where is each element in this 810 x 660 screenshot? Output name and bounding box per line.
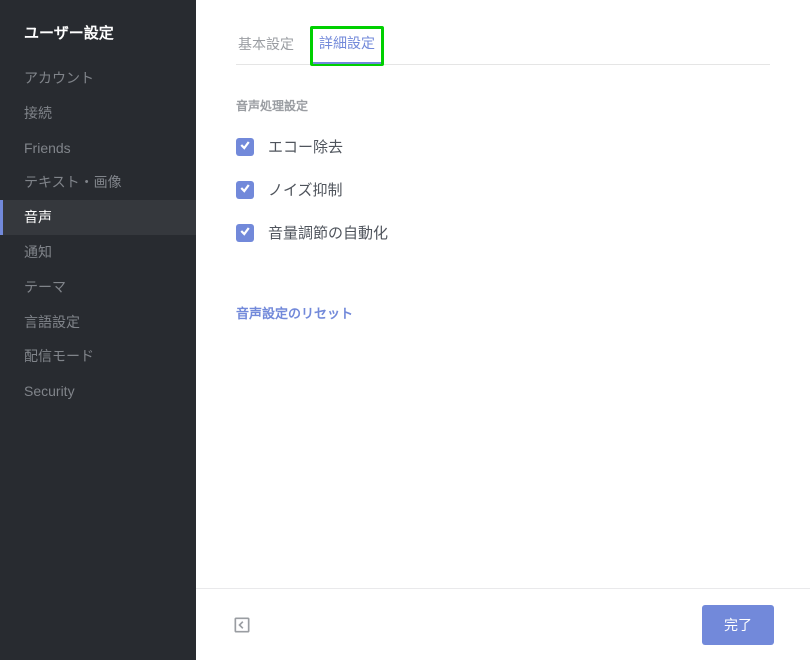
sidebar-item-friends[interactable]: Friends [0, 131, 196, 166]
sidebar-item-voice[interactable]: 音声 [0, 200, 196, 235]
sidebar-item-label: アカウント [24, 70, 94, 86]
sidebar-item-label: Friends [24, 140, 71, 156]
checkbox-row-auto-gain: 音量調節の自動化 [236, 222, 770, 243]
checkbox-noise-suppression[interactable] [236, 181, 254, 199]
sidebar-item-connections[interactable]: 接続 [0, 96, 196, 131]
tab-label: 詳細設定 [319, 35, 375, 51]
sidebar-item-security[interactable]: Security [0, 374, 196, 409]
tabs: 基本設定 詳細設定 [236, 30, 770, 65]
checkbox-label: 音量調節の自動化 [268, 222, 388, 243]
sidebar-item-label: テーマ [24, 279, 66, 295]
main-panel: 基本設定 詳細設定 音声処理設定 エコー除去 ノイズ抑制 音量調節の自動化 [196, 0, 810, 660]
check-icon [239, 224, 251, 242]
checkbox-label: エコー除去 [268, 136, 343, 157]
check-icon [239, 138, 251, 156]
done-button[interactable]: 完了 [702, 605, 774, 645]
sidebar-item-label: Security [24, 383, 75, 399]
content-area: 基本設定 詳細設定 音声処理設定 エコー除去 ノイズ抑制 音量調節の自動化 [196, 0, 810, 588]
tab-basic[interactable]: 基本設定 [236, 30, 296, 64]
tab-advanced[interactable]: 詳細設定 [310, 26, 384, 66]
sidebar-item-notifications[interactable]: 通知 [0, 235, 196, 270]
sidebar: ユーザー設定 アカウント 接続 Friends テキスト・画像 音声 通知 テー… [0, 0, 196, 660]
checkbox-row-echo: エコー除去 [236, 136, 770, 157]
sidebar-item-label: 音声 [24, 209, 52, 225]
footer: 完了 [196, 588, 810, 660]
section-heading-voice-processing: 音声処理設定 [236, 97, 770, 114]
sidebar-title: ユーザー設定 [0, 22, 196, 61]
sidebar-item-label: 言語設定 [24, 314, 80, 330]
sidebar-item-language[interactable]: 言語設定 [0, 305, 196, 340]
checkbox-echo-cancellation[interactable] [236, 138, 254, 156]
checkbox-row-noise: ノイズ抑制 [236, 179, 770, 200]
sidebar-item-streamer-mode[interactable]: 配信モード [0, 339, 196, 374]
sidebar-item-account[interactable]: アカウント [0, 61, 196, 96]
checkbox-label: ノイズ抑制 [268, 179, 343, 200]
back-icon[interactable] [232, 615, 252, 635]
sidebar-item-label: 配信モード [24, 348, 94, 364]
sidebar-item-theme[interactable]: テーマ [0, 270, 196, 305]
reset-voice-settings-link[interactable]: 音声設定のリセット [236, 303, 770, 322]
sidebar-item-text-images[interactable]: テキスト・画像 [0, 165, 196, 200]
check-icon [239, 181, 251, 199]
sidebar-item-label: テキスト・画像 [24, 174, 122, 190]
sidebar-item-label: 通知 [24, 244, 52, 260]
checkbox-auto-gain-control[interactable] [236, 224, 254, 242]
sidebar-item-label: 接続 [24, 105, 52, 121]
tab-label: 基本設定 [238, 36, 294, 52]
